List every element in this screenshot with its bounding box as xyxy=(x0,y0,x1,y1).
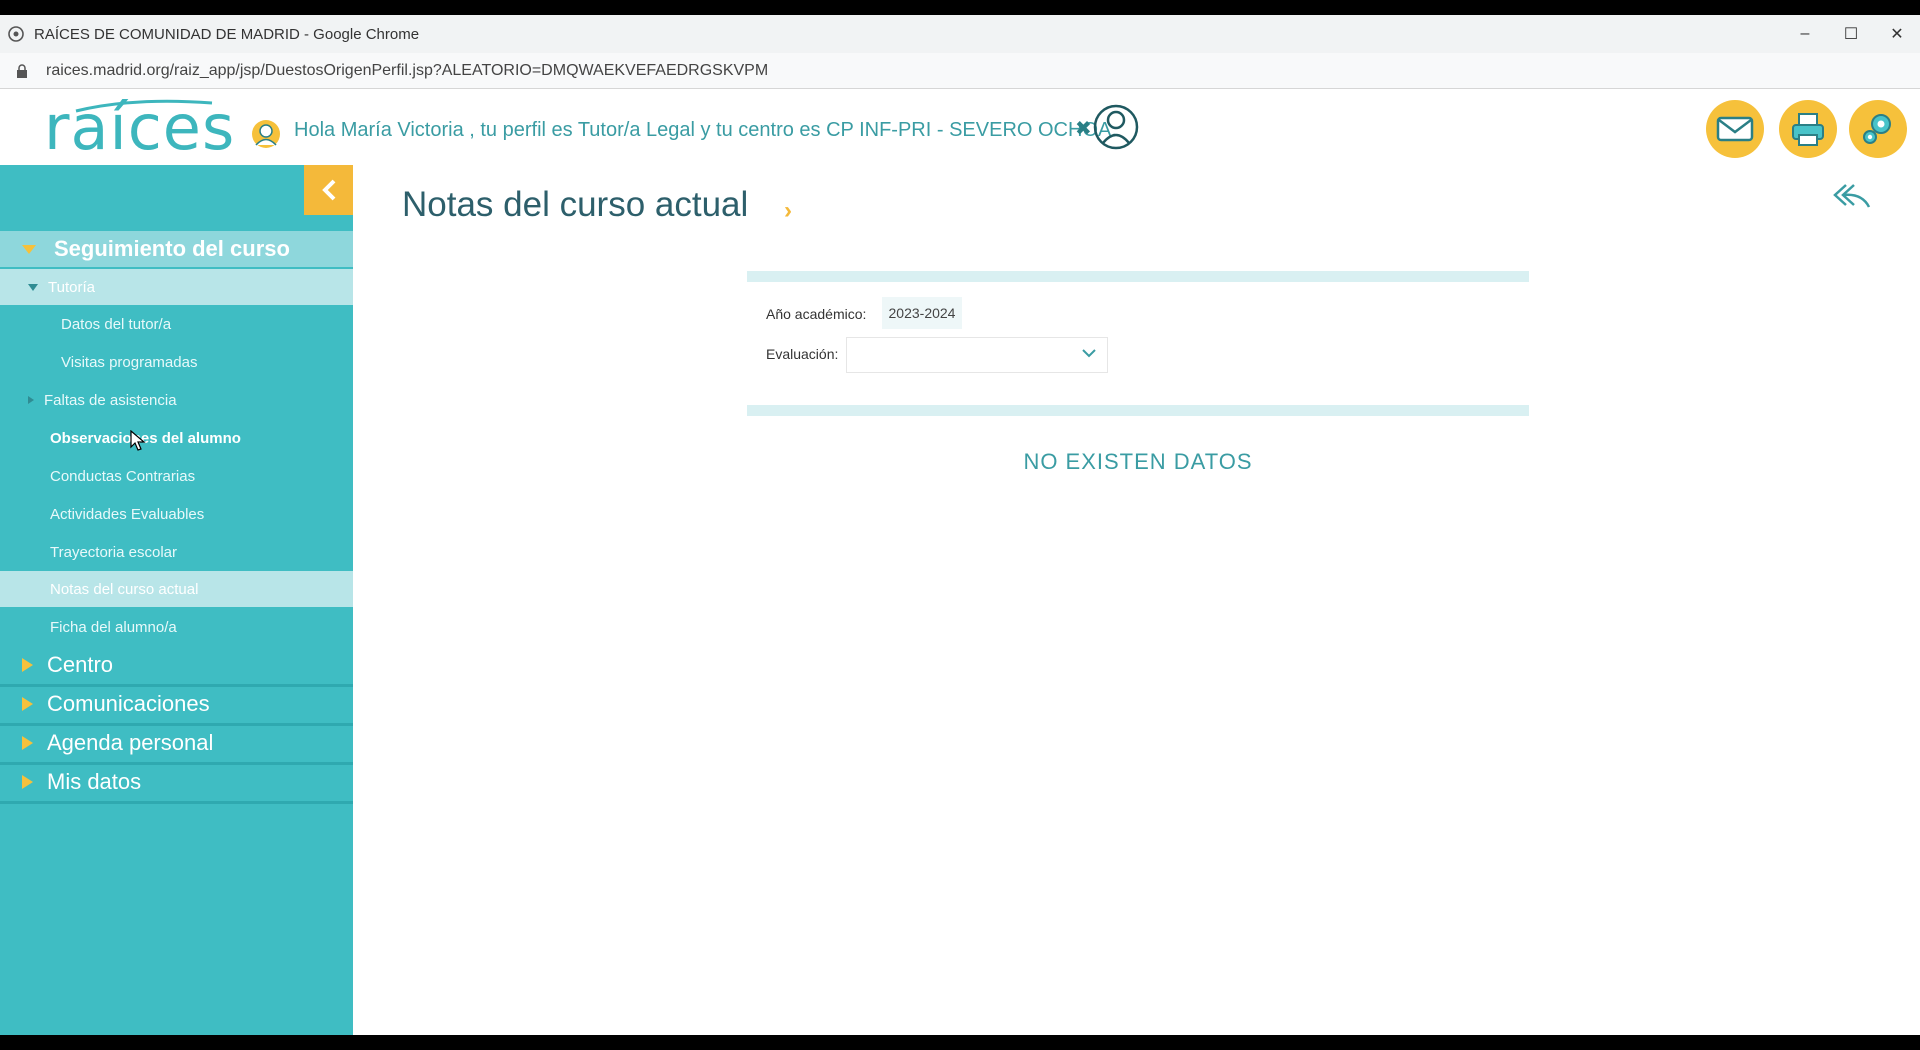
sidebar-item-datos-tutor[interactable]: Datos del tutor/a xyxy=(0,306,353,342)
triangle-right-icon xyxy=(22,775,33,789)
raices-logo[interactable]: raíces xyxy=(44,91,235,164)
bottom-divider-band xyxy=(747,405,1529,416)
evaluation-label: Evaluación: xyxy=(766,346,839,362)
sidebar-item-agenda[interactable]: Agenda personal xyxy=(0,724,353,765)
maximize-button[interactable]: ☐ xyxy=(1828,15,1874,53)
triangle-right-icon xyxy=(28,396,34,404)
minimize-button[interactable]: – xyxy=(1782,15,1828,53)
mouse-cursor-icon xyxy=(130,430,146,451)
triangle-right-icon xyxy=(22,697,33,711)
chevron-right-icon: › xyxy=(784,197,792,224)
close-window-button[interactable]: ✕ xyxy=(1874,15,1920,53)
close-profile-icon[interactable]: ✖ xyxy=(1075,116,1092,141)
top-divider-band xyxy=(747,271,1529,282)
chevron-down-icon xyxy=(1082,349,1096,358)
mail-button[interactable] xyxy=(1706,100,1764,158)
collapse-sidebar-button[interactable] xyxy=(304,165,353,215)
sidebar-item-mis-datos[interactable]: Mis datos xyxy=(0,763,353,804)
triangle-down-icon xyxy=(22,244,36,254)
sidebar-item-faltas[interactable]: Faltas de asistencia xyxy=(0,382,353,418)
lock-icon xyxy=(16,63,30,78)
year-label: Año académico: xyxy=(766,306,867,322)
user-profile-icon[interactable] xyxy=(1093,101,1139,153)
sidebar-subsection-tutoria[interactable]: Tutoría xyxy=(0,269,353,305)
user-badge-icon xyxy=(252,120,280,148)
sidebar-item-ficha[interactable]: Ficha del alumno/a xyxy=(0,609,353,645)
empty-message: NO EXISTEN DATOS xyxy=(1023,449,1253,474)
sidebar-item-observaciones[interactable]: Observaciones del alumno xyxy=(0,420,353,456)
triangle-down-icon xyxy=(28,283,38,291)
sidebar: Seguimiento del curso Tutoría Datos del … xyxy=(0,165,353,1035)
sidebar-item-comunicaciones[interactable]: Comunicaciones xyxy=(0,685,353,726)
sidebar-section-seguimiento[interactable]: Seguimiento del curso xyxy=(0,231,353,267)
chevron-left-icon xyxy=(321,179,335,201)
settings-icon xyxy=(1863,114,1891,144)
mail-icon xyxy=(1716,116,1754,142)
browser-titlebar: RAÍCES DE COMUNIDAD DE MADRID - Google C… xyxy=(0,15,1920,53)
window-title: RAÍCES DE COMUNIDAD DE MADRID - Google C… xyxy=(34,25,420,43)
app-header: raíces Hola María Victoria , tu perfil e… xyxy=(0,89,1920,165)
printer-icon xyxy=(1792,113,1824,146)
triangle-right-icon xyxy=(22,658,33,672)
address-bar[interactable]: raices.madrid.org/raiz_app/jsp/DuestosOr… xyxy=(0,53,1920,89)
chrome-icon xyxy=(8,26,24,42)
app-area: raíces Hola María Victoria , tu perfil e… xyxy=(0,89,1920,1035)
sidebar-item-actividades[interactable]: Actividades Evaluables xyxy=(0,496,353,532)
back-reply-icon[interactable] xyxy=(1832,181,1872,211)
settings-button[interactable] xyxy=(1849,100,1907,158)
url-text[interactable]: raices.madrid.org/raiz_app/jsp/DuestosOr… xyxy=(46,62,768,80)
sidebar-item-notas[interactable]: Notas del curso actual xyxy=(0,571,353,607)
sidebar-item-centro[interactable]: Centro xyxy=(0,646,353,687)
triangle-right-icon xyxy=(22,736,33,750)
print-button[interactable] xyxy=(1779,100,1837,158)
sidebar-item-visitas[interactable]: Visitas programadas xyxy=(0,344,353,380)
sidebar-item-conductas[interactable]: Conductas Contrarias xyxy=(0,458,353,494)
page-title: Notas del curso actual xyxy=(402,185,749,224)
greeting-text: Hola María Victoria , tu perfil es Tutor… xyxy=(294,119,1117,141)
sidebar-item-trayectoria[interactable]: Trayectoria escolar xyxy=(0,534,353,570)
evaluation-select[interactable] xyxy=(846,337,1108,373)
year-value: 2023-2024 xyxy=(882,297,962,329)
